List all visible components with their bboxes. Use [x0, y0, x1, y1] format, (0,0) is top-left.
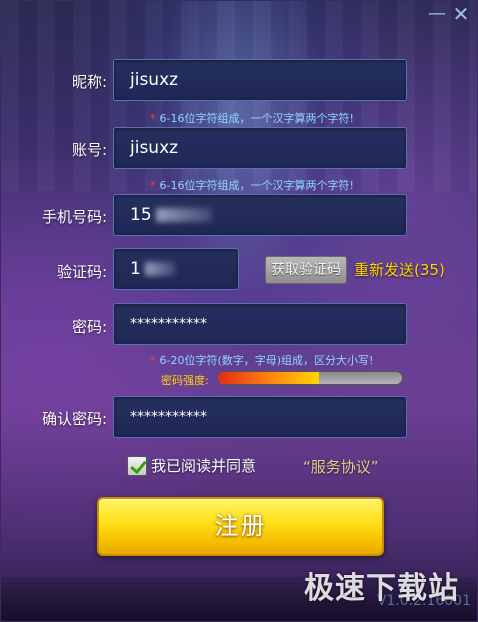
password-strength-fill — [218, 372, 320, 384]
register-window: — ✕ 昵称: jisuxz * 6-16位字符组成，一个汉字算两个字符! 账号:… — [0, 0, 478, 622]
verify-label: 验证码: — [56, 263, 107, 281]
redacted-blur — [155, 208, 212, 222]
register-button[interactable]: 注册 — [97, 497, 384, 556]
password-input[interactable]: *********** — [113, 303, 407, 345]
password-hint: * 6-20位字符(数字，字母)组成，区分大小写! — [150, 352, 373, 368]
verify-value: 1 — [130, 259, 141, 279]
confirm-password-input[interactable]: *********** — [113, 396, 407, 438]
nickname-hint-text: 6-16位字符组成，一个汉字算两个字符! — [159, 112, 354, 125]
account-hint: * 6-16位字符组成，一个汉字算两个字符! — [150, 177, 354, 193]
nickname-input[interactable]: jisuxz — [113, 59, 407, 101]
asterisk-icon: * — [150, 179, 156, 192]
account-hint-text: 6-16位字符组成，一个汉字算两个字符! — [159, 179, 354, 192]
resend-countdown: 重新发送(35) — [354, 261, 445, 279]
account-label: 账号: — [71, 141, 107, 159]
asterisk-icon: * — [150, 112, 156, 125]
asterisk-icon: * — [150, 354, 156, 367]
agree-text: 我已阅读并同意 — [151, 457, 257, 475]
password-label: 密码: — [71, 318, 107, 336]
check-icon[interactable] — [127, 455, 147, 476]
strength-label: 密码强度: — [161, 374, 209, 387]
minimize-icon[interactable]: — — [427, 5, 447, 25]
nickname-label: 昵称: — [71, 73, 107, 91]
password-strength-bar — [217, 371, 403, 385]
account-input[interactable]: jisuxz — [113, 127, 407, 169]
get-code-button[interactable]: 获取验证码 — [265, 256, 347, 284]
phone-label: 手机号码: — [41, 208, 107, 226]
nickname-hint: * 6-16位字符组成，一个汉字算两个字符! — [150, 110, 354, 126]
phone-value: 15 — [130, 205, 152, 225]
agree-row[interactable]: 我已阅读并同意 — [127, 455, 256, 477]
close-icon[interactable]: ✕ — [451, 4, 471, 25]
verify-input[interactable]: 1 — [113, 248, 239, 290]
watermark-text: 极速下载站 — [304, 571, 459, 606]
service-agreement-link[interactable]: “服务协议” — [303, 456, 379, 477]
password-hint-text: 6-20位字符(数字，字母)组成，区分大小写! — [159, 354, 374, 367]
phone-input[interactable]: 15 — [113, 194, 407, 236]
confirm-label: 确认密码: — [41, 410, 107, 428]
redacted-blur — [144, 262, 175, 276]
